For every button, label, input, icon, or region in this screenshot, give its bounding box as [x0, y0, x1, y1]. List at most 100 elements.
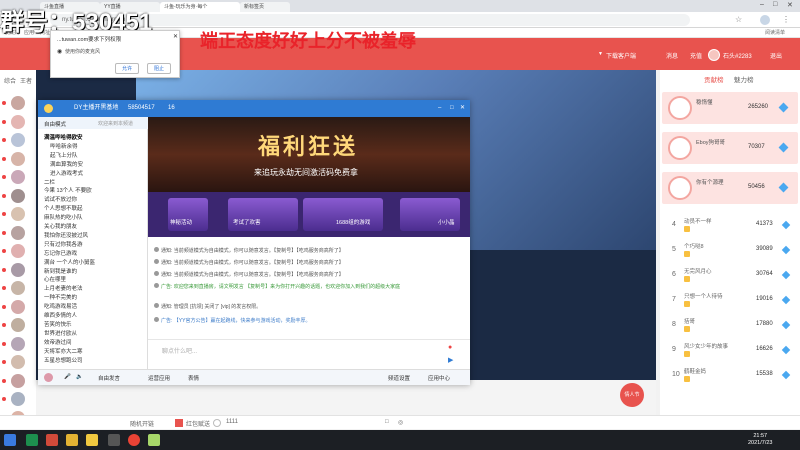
emoji-icon[interactable]: [213, 419, 221, 427]
user-avatar[interactable]: [11, 151, 25, 166]
channel-item[interactable]: 满温哔哈得欧安: [44, 133, 83, 141]
app-icon[interactable]: [26, 434, 38, 446]
channel-item[interactable]: 个人思想不联起: [44, 204, 83, 212]
app-icon[interactable]: [46, 434, 58, 446]
channel-item[interactable]: 苦笑的快乐: [44, 320, 72, 328]
event-button[interactable]: 情人节: [620, 383, 644, 407]
channel-item[interactable]: 天将军亦大二寒: [44, 347, 83, 355]
mic-icon[interactable]: ●: [448, 344, 452, 351]
channel-item[interactable]: 二栏: [44, 178, 55, 186]
channel-item[interactable]: 维西多情的人: [44, 311, 77, 319]
user-avatar[interactable]: [11, 336, 25, 351]
free-speak-button[interactable]: 自由发言: [98, 374, 120, 382]
close-icon[interactable]: ✕: [173, 33, 178, 40]
tab-king[interactable]: 王者: [20, 76, 32, 85]
username[interactable]: 石头#2283: [723, 51, 752, 60]
app-icon[interactable]: [108, 434, 120, 446]
channel-item[interactable]: 五星总想跑公司: [44, 356, 83, 364]
channel-item[interactable]: 哔哈新余得: [50, 142, 78, 150]
user-avatar[interactable]: [11, 114, 25, 129]
rank-row[interactable]: 8 括哥 17880: [662, 315, 798, 335]
send-icon[interactable]: ▶: [448, 356, 453, 364]
mode-label[interactable]: 自由模式: [44, 120, 66, 128]
channel-item[interactable]: 世界进付欧从: [44, 329, 77, 337]
gift-icon[interactable]: □: [385, 419, 389, 425]
camera-icon[interactable]: ◎: [398, 419, 403, 426]
rank-row[interactable]: 4 动员不一样 41373: [662, 215, 798, 235]
user-avatar[interactable]: [11, 188, 25, 203]
channel-settings-button[interactable]: 频道设置: [388, 374, 410, 382]
promo-card[interactable]: [228, 198, 298, 231]
channel-item[interactable]: 效帝游过间: [44, 338, 72, 346]
message-link[interactable]: 消息: [666, 51, 678, 60]
minimize-icon[interactable]: –: [438, 100, 441, 117]
rank-row[interactable]: 9 风少女少年的故事 16626: [662, 340, 798, 360]
speaker-icon[interactable]: 🔈: [76, 374, 83, 380]
mic-toggle-icon[interactable]: 🎤: [64, 374, 71, 380]
channel-item[interactable]: 一种不完美的: [44, 293, 77, 301]
user-avatar[interactable]: [11, 355, 25, 369]
profile-icon[interactable]: [760, 15, 770, 25]
maximize-icon[interactable]: □: [773, 1, 777, 8]
windows-start-icon[interactable]: [4, 434, 16, 446]
promo-card[interactable]: [400, 198, 460, 231]
channel-item[interactable]: 心在哪里: [44, 275, 66, 283]
close-icon[interactable]: ✕: [787, 1, 793, 9]
maximize-icon[interactable]: □: [450, 100, 454, 117]
channel-item[interactable]: 满台 一个人的小舅盔: [44, 258, 95, 266]
tab-all[interactable]: 综合: [4, 76, 16, 85]
user-avatar[interactable]: [11, 262, 25, 277]
user-avatar[interactable]: [11, 133, 25, 147]
rank-top-item[interactable]: 你有个源理 50456: [662, 172, 798, 204]
apps-button[interactable]: 运营应用: [148, 374, 170, 382]
tab-charm[interactable]: 魅力榜: [734, 74, 754, 84]
clock[interactable]: 21:57 2021/7/23: [748, 433, 772, 447]
block-button[interactable]: 阻止: [147, 63, 171, 74]
rank-row[interactable]: 5 个巧哒8 39089: [662, 240, 798, 260]
user-avatar[interactable]: [708, 49, 720, 61]
rank-row[interactable]: 6 无完风月心 30764: [662, 265, 798, 285]
app-icon[interactable]: [86, 434, 98, 446]
user-avatar[interactable]: [11, 96, 25, 110]
star-icon[interactable]: ☆: [735, 15, 742, 24]
random-link-button[interactable]: 随机开链: [130, 419, 154, 428]
user-avatar[interactable]: [11, 225, 25, 240]
rank-row[interactable]: 10 鹤鞋金妈 15538: [662, 365, 798, 385]
channel-item[interactable]: 忘记你已游戏: [44, 249, 77, 257]
channel-item[interactable]: 吃鸡游戏易活: [44, 302, 77, 310]
minimize-icon[interactable]: –: [760, 1, 764, 8]
promo-banner[interactable]: 福利狂送 来追玩永劫无间激活码免费拿: [148, 117, 470, 192]
self-avatar[interactable]: [44, 373, 53, 382]
channel-item[interactable]: 上月老妻的老法: [44, 284, 83, 292]
download-client-link[interactable]: 下载客户端: [606, 51, 636, 60]
chrome-icon[interactable]: [128, 434, 140, 446]
promo-card[interactable]: [168, 198, 208, 231]
rank-top-item[interactable]: Eboy狗哥哥 70307: [662, 132, 798, 164]
channel-item[interactable]: 只有过你我各游: [44, 240, 83, 248]
emoji-button[interactable]: 表情: [188, 374, 199, 382]
menu-icon[interactable]: ⋮: [782, 15, 790, 24]
channel-item[interactable]: 关心我的朋友: [44, 222, 77, 230]
channel-item[interactable]: 进入游戏考式: [50, 169, 83, 177]
channel-item[interactable]: 满血算我的安: [50, 160, 83, 168]
logout-link[interactable]: 退出: [770, 51, 782, 60]
app-icon[interactable]: [148, 434, 160, 446]
user-avatar[interactable]: [11, 244, 25, 258]
channel-item[interactable]: 麻队热的吃小队: [44, 213, 83, 221]
browser-tab[interactable]: 新标签页: [240, 2, 290, 12]
browser-tab-active[interactable]: 斗鱼-玩乐为身·每个: [160, 2, 240, 12]
rank-row[interactable]: 7 只想一个人待待 19016: [662, 290, 798, 310]
user-avatar[interactable]: [11, 373, 25, 388]
red-envelope-icon[interactable]: [175, 419, 183, 427]
chat-input[interactable]: 聊点什么吧... ● ▶: [148, 339, 470, 369]
user-avatar[interactable]: [11, 281, 25, 295]
reading-list[interactable]: 阅读清单: [765, 29, 785, 36]
allow-button[interactable]: 允许: [115, 63, 139, 74]
channel-item[interactable]: 起飞上分队: [50, 151, 78, 159]
channel-item[interactable]: 新到我是谁的: [44, 267, 77, 275]
user-avatar[interactable]: [11, 392, 25, 406]
channel-item[interactable]: 今果 13个人 不要欧: [44, 186, 92, 194]
red-envelope-button[interactable]: 红包赋送: [186, 419, 210, 428]
recharge-link[interactable]: 充值: [690, 51, 702, 60]
user-avatar[interactable]: [11, 318, 25, 332]
